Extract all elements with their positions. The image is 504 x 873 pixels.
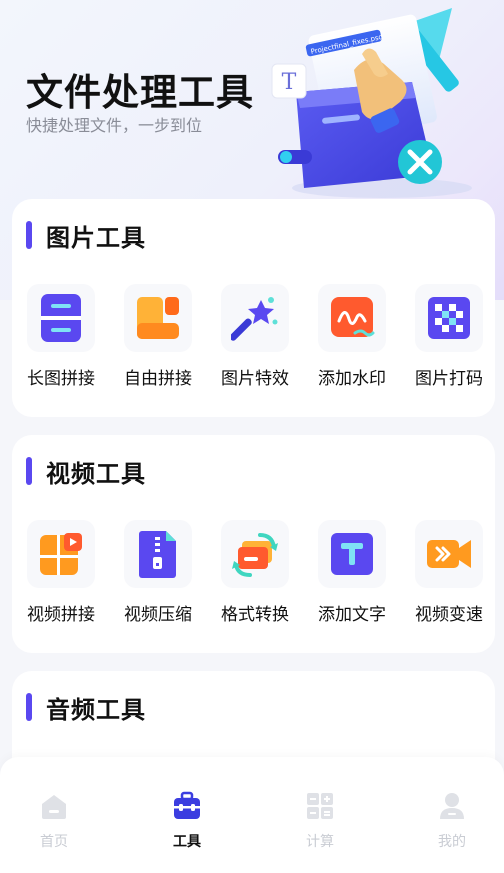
tool-label: 长图拼接: [27, 369, 95, 389]
video-tools-card: 视频工具 视频拼接 视频压缩 格式转换 添加文字 视频变速: [12, 435, 495, 653]
tool-label: 图片特效: [221, 369, 289, 389]
long-image-stitch-icon: [27, 284, 95, 352]
tab-tools[interactable]: 工具: [147, 791, 227, 851]
tool-label: 图片打码: [415, 369, 483, 389]
tool-add-watermark[interactable]: 添加水印: [307, 284, 397, 394]
tool-image-effects[interactable]: 图片特效: [210, 284, 300, 394]
illustration-t-badge: T: [282, 70, 297, 95]
magic-wand-icon: [221, 284, 289, 352]
section-title: 视频工具: [46, 459, 146, 488]
tool-label: 格式转换: [221, 605, 289, 625]
bottom-tab-bar: 首页 工具 计算 我的: [0, 757, 504, 873]
video-speed-icon: [415, 520, 483, 588]
video-stitch-icon: [27, 520, 95, 588]
tool-image-mosaic[interactable]: 图片打码: [404, 284, 494, 394]
folder-illustration: Projectfinal_fixes.psd T: [271, 8, 472, 198]
tab-label: 首页: [40, 834, 68, 850]
grid-icon: [307, 793, 333, 819]
tool-long-image-stitch[interactable]: 长图拼接: [16, 284, 106, 394]
section-accent-bar: [26, 221, 32, 249]
tool-label: 视频拼接: [27, 605, 95, 625]
section-header: 音频工具: [26, 691, 146, 724]
tab-label: 计算: [306, 834, 334, 850]
tab-calculate[interactable]: 计算: [280, 791, 360, 851]
tool-label: 自由拼接: [124, 369, 192, 389]
tool-video-speed[interactable]: 视频变速: [404, 520, 494, 630]
home-icon: [42, 795, 66, 819]
toolbox-icon: [174, 791, 200, 819]
section-header: 图片工具: [26, 219, 146, 252]
tab-label: 我的: [438, 834, 466, 850]
tool-label: 添加文字: [318, 605, 386, 625]
free-stitch-icon: [124, 284, 192, 352]
page-title: 文件处理工具: [26, 71, 254, 114]
section-accent-bar: [26, 457, 32, 485]
section-title: 音频工具: [46, 695, 146, 724]
text-icon: [318, 520, 386, 588]
watermark-icon: [318, 284, 386, 352]
tool-row: 视频拼接 视频压缩 格式转换 添加文字 视频变速: [12, 520, 495, 630]
tool-free-stitch[interactable]: 自由拼接: [113, 284, 203, 394]
section-title: 图片工具: [46, 223, 146, 252]
image-tools-card: 图片工具 长图拼接 自由拼接 图片特效 添加水印 图片打码: [12, 199, 495, 417]
tool-label: 视频变速: [415, 605, 483, 625]
tab-home[interactable]: 首页: [14, 791, 94, 851]
tool-label: 视频压缩: [124, 605, 192, 625]
zip-file-icon: [124, 520, 192, 588]
format-convert-icon: [221, 520, 289, 588]
tab-mine[interactable]: 我的: [412, 791, 492, 851]
user-icon: [440, 793, 464, 819]
mosaic-icon: [415, 284, 483, 352]
section-header: 视频工具: [26, 455, 146, 488]
tool-video-compress[interactable]: 视频压缩: [113, 520, 203, 630]
tool-label: 添加水印: [318, 369, 386, 389]
tool-video-stitch[interactable]: 视频拼接: [16, 520, 106, 630]
tool-format-convert[interactable]: 格式转换: [210, 520, 300, 630]
hero-header: 文件处理工具 快捷处理文件，一步到位 Projectfinal_fixes.ps…: [0, 0, 504, 200]
section-accent-bar: [26, 693, 32, 721]
page-subtitle: 快捷处理文件，一步到位: [26, 116, 203, 135]
tool-add-text[interactable]: 添加文字: [307, 520, 397, 630]
tab-label: 工具: [173, 834, 201, 850]
tool-row: 长图拼接 自由拼接 图片特效 添加水印 图片打码: [12, 284, 495, 394]
